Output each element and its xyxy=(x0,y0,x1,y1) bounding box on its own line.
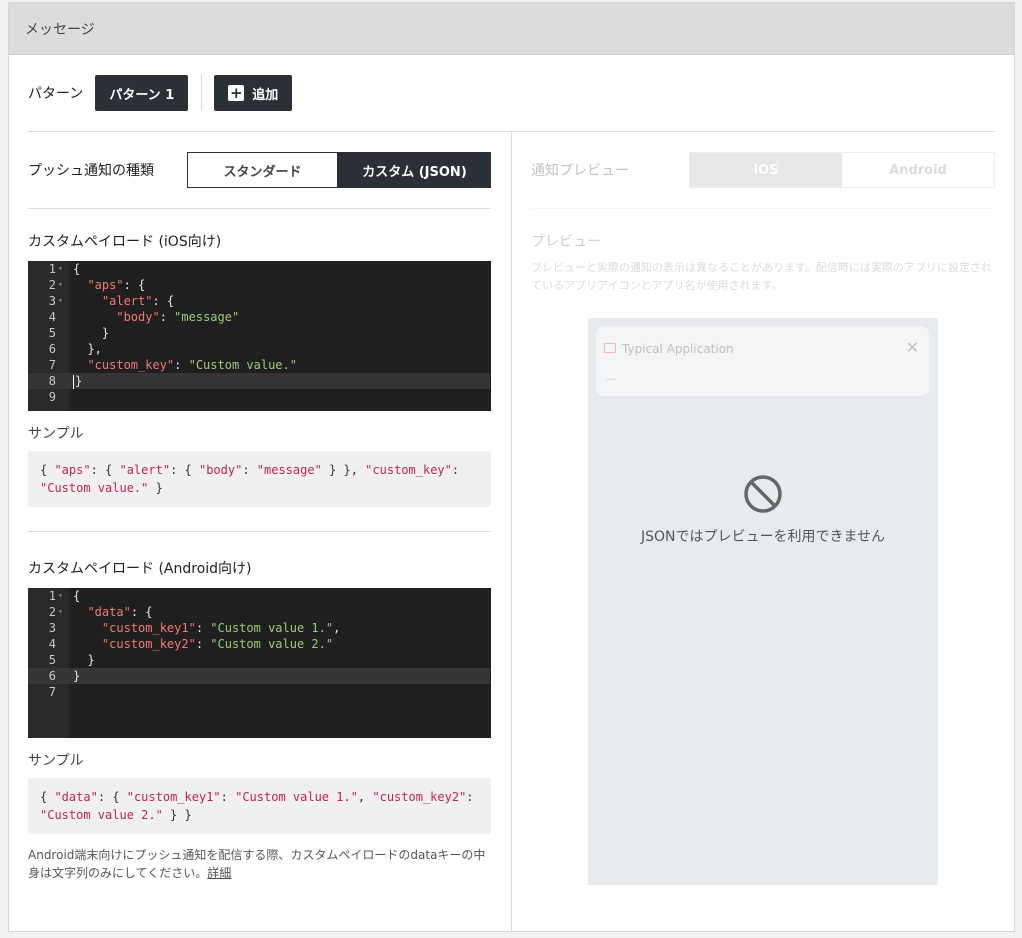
payload-editor-column: プッシュ通知の種類 スタンダード カスタム (JSON) カスタムペイロード (… xyxy=(28,132,491,882)
fold-icon: ▾ xyxy=(58,607,63,616)
ios-code-editor[interactable]: 1 ▾{ 2 ▾ "aps": { 3 ▾ "alert": { 4 "body": … xyxy=(28,261,491,411)
fold-icon: ▾ xyxy=(58,280,63,289)
pattern-label: パターン xyxy=(28,86,84,102)
preview-unavailable-text: JSONではプレビューを利用できません xyxy=(640,529,886,545)
note-text: Android端末向けにプッシュ通知を配信する際、カスタムペイロードのdataキ… xyxy=(28,848,486,880)
code-line: 3 "custom_key1": "Custom value 1.", xyxy=(48,621,341,635)
code-line: 6 }, xyxy=(48,342,102,356)
message-panel: メッセージ パターン パターン 1 + 追加 プッシュ通知の種類 スタンダード … xyxy=(8,2,1015,932)
pattern-row: パターン パターン 1 + 追加 xyxy=(28,75,293,111)
preview-label: 通知プレビュー xyxy=(531,163,629,179)
prohibited-icon xyxy=(744,475,782,513)
fold-icon: ▾ xyxy=(58,264,63,273)
fold-icon: ▾ xyxy=(58,296,63,305)
code-line: 7 xyxy=(48,685,56,699)
pattern-divider xyxy=(201,75,203,111)
android-code-editor[interactable]: 1 ▾{ 2 ▾ "data": { 3 "custom_key1": "Custo… xyxy=(28,588,491,738)
code-line: 4 "body": "message" xyxy=(48,310,240,324)
ios-preview-option[interactable]: iOS xyxy=(690,153,842,187)
code-line: 2 ▾ "data": { xyxy=(48,605,153,619)
fold-icon: ▾ xyxy=(58,591,63,600)
android-note: Android端末向けにプッシュ通知を配信する際、カスタムペイロードのdataキ… xyxy=(28,846,491,882)
section-divider xyxy=(28,531,491,532)
text-cursor xyxy=(73,374,74,389)
panel-header: メッセージ xyxy=(9,3,1014,55)
push-type-row: プッシュ通知の種類 スタンダード カスタム (JSON) xyxy=(28,132,491,209)
preview-toggle-row: 通知プレビュー iOS Android xyxy=(531,132,995,209)
panel-title: メッセージ xyxy=(25,21,95,38)
code-line: 5 } xyxy=(48,326,110,340)
preview-description: プレビューと実際の通知の表示は異なることがあります。配信時には実際のアプリに設定… xyxy=(531,261,992,292)
details-link[interactable]: 詳細 xyxy=(207,866,231,880)
custom-json-option[interactable]: カスタム (JSON) xyxy=(338,152,491,188)
code-line: 1 ▾{ xyxy=(48,589,81,603)
code-line: 1 ▾{ xyxy=(48,262,81,276)
ios-sample-label: サンプル xyxy=(28,426,84,442)
preview-title: プレビュー xyxy=(531,234,601,250)
code-line: 9 xyxy=(48,390,56,404)
code-line: 5 } xyxy=(48,653,95,667)
add-pattern-button[interactable]: + 追加 xyxy=(214,75,293,111)
code-line-active: 8} xyxy=(28,373,490,389)
android-payload-title: カスタムペイロード (Android向け) xyxy=(28,561,252,577)
pattern-1-tab[interactable]: パターン 1 xyxy=(95,75,189,111)
push-type-label: プッシュ通知の種類 xyxy=(28,163,154,179)
code-line: 7 "custom_key": "Custom value." xyxy=(48,358,297,372)
ios-payload-title: カスタムペイロード (iOS向け) xyxy=(28,234,222,250)
ios-sample-box: { "aps": { "alert": { "body": "message" … xyxy=(28,451,491,507)
column-separator xyxy=(511,132,512,932)
push-type-toggle: スタンダード カスタム (JSON) xyxy=(187,152,491,188)
phone-preview: Typical Application ✕ — JSONではプレビューを利用でき… xyxy=(588,318,938,885)
code-line-active: 6} xyxy=(28,668,490,684)
android-sample-box: { "data": { "custom_key1": "Custom value… xyxy=(28,778,491,834)
preview-platform-toggle: iOS Android xyxy=(689,152,995,188)
pattern-1-label: パターン 1 xyxy=(109,87,175,103)
app-name: Typical Application xyxy=(622,342,734,356)
plus-icon: + xyxy=(228,84,245,102)
standard-option[interactable]: スタンダード xyxy=(187,152,338,188)
code-line: 3 ▾ "alert": { xyxy=(48,294,175,308)
mail-icon xyxy=(604,343,616,353)
add-label: 追加 xyxy=(252,87,279,103)
code-line: 2 ▾ "aps": { xyxy=(48,278,146,292)
notification-body: — xyxy=(606,374,616,385)
close-icon: ✕ xyxy=(905,338,919,357)
android-sample-label: サンプル xyxy=(28,753,84,769)
code-line: 4 "custom_key2": "Custom value 2." xyxy=(48,637,334,651)
preview-column: 通知プレビュー iOS Android プレビュー プレビューと実際の通知の表示… xyxy=(531,132,995,295)
notification-card: Typical Application ✕ — xyxy=(596,326,929,396)
android-preview-option[interactable]: Android xyxy=(842,153,994,187)
